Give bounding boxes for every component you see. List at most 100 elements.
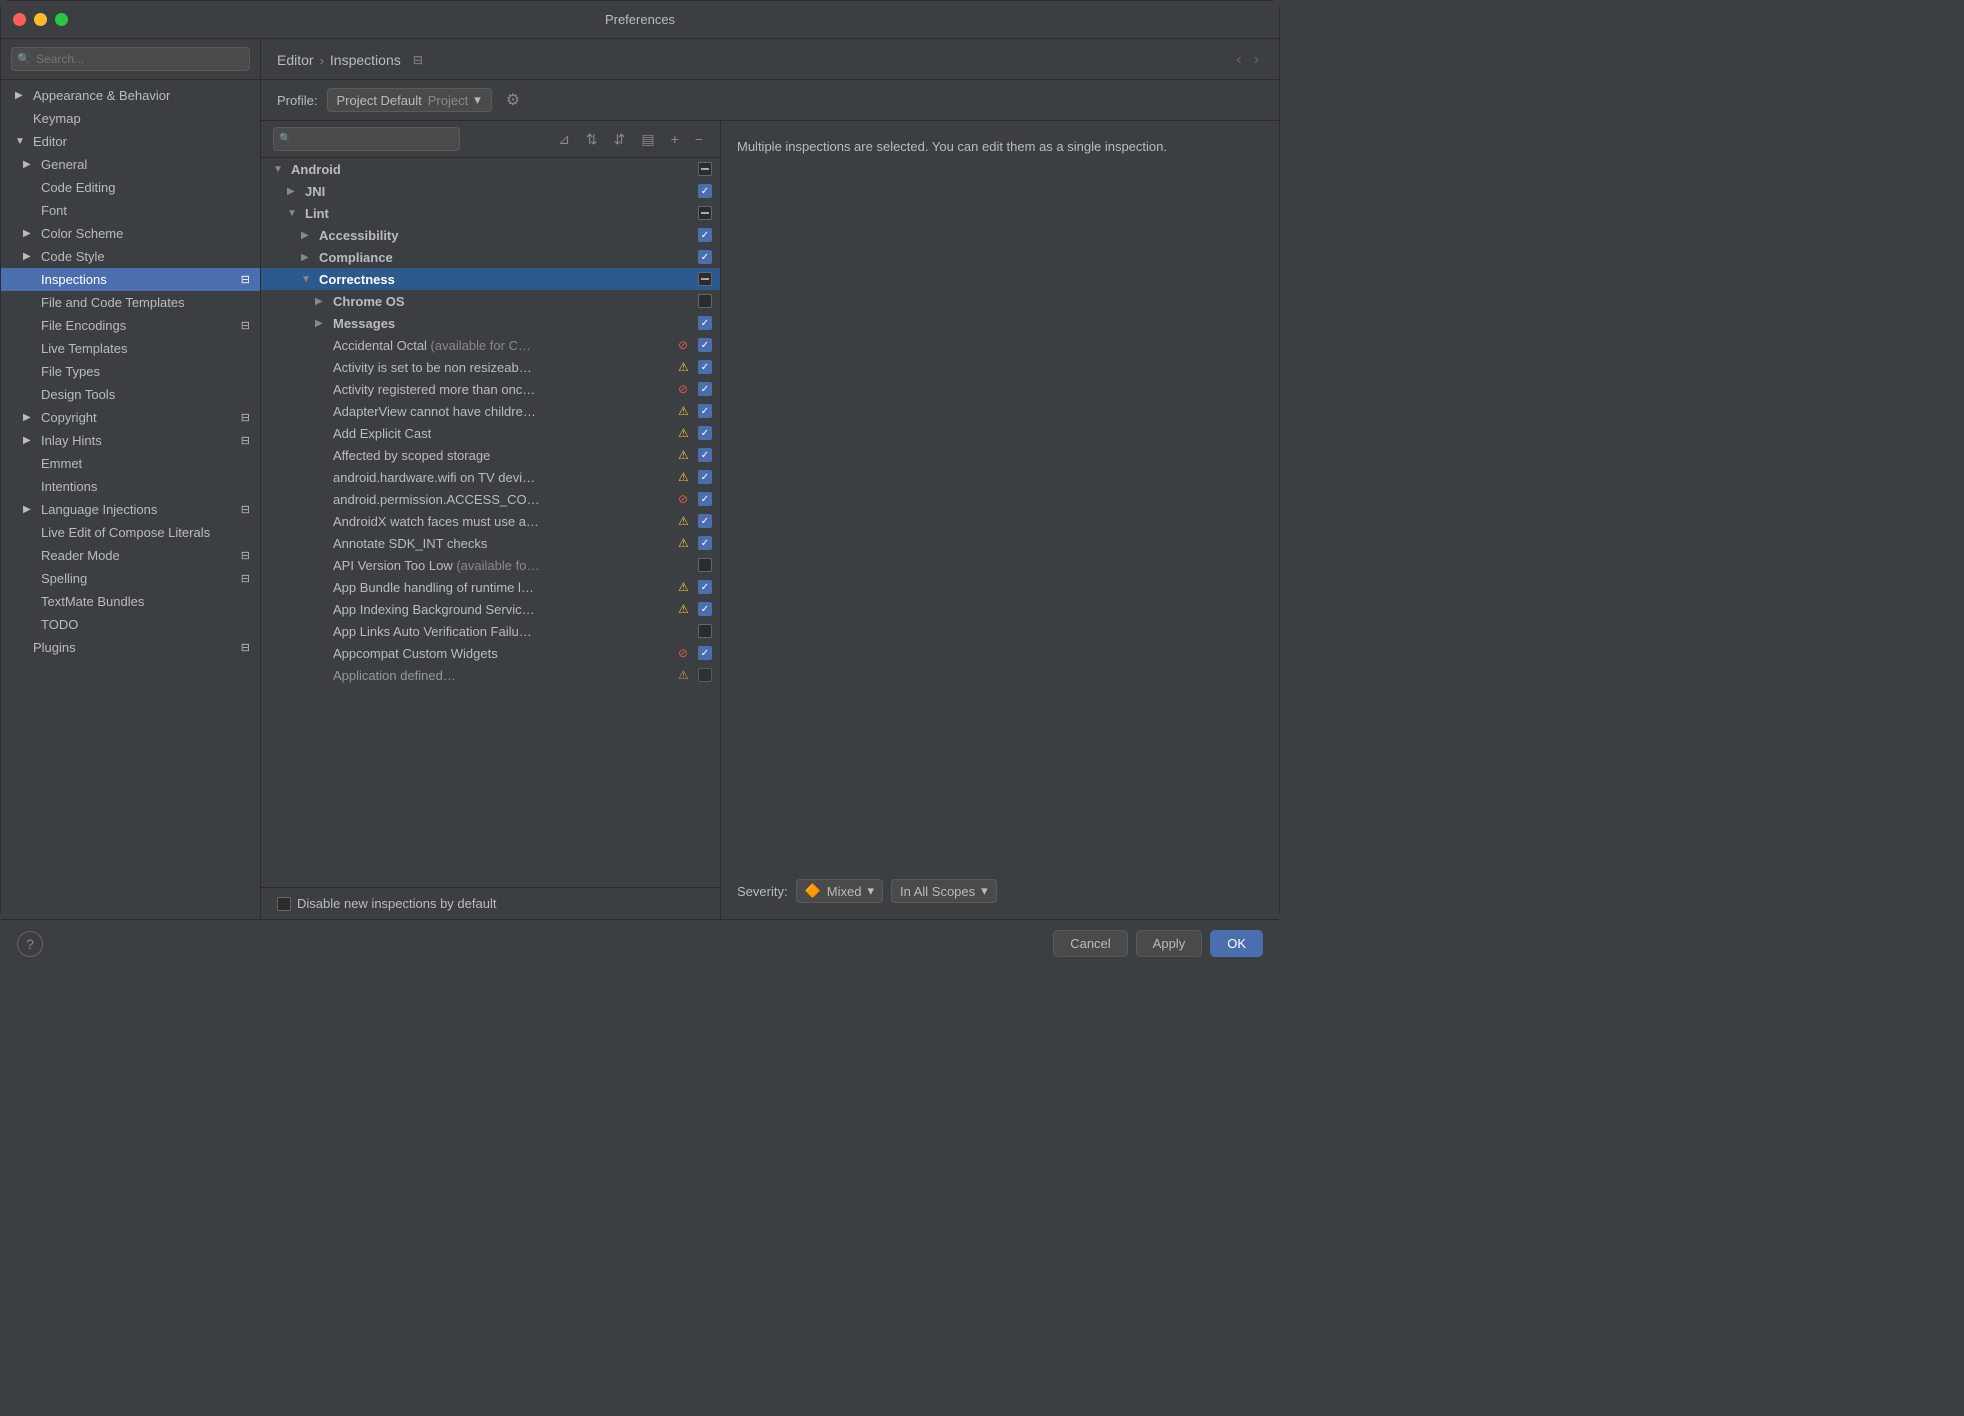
adapterview-checkbox[interactable]: ✓ (698, 404, 712, 418)
inspection-row-androidx-watch[interactable]: AndroidX watch faces must use a… ⚠ ✓ (261, 510, 720, 532)
inspection-row-application-defined[interactable]: Application defined… ⚠ (261, 664, 720, 686)
sidebar-item-textmate-bundles[interactable]: TextMate Bundles (1, 590, 260, 613)
nav-back-icon[interactable]: ‹ (1232, 49, 1245, 71)
sidebar-item-live-edit-compose[interactable]: Live Edit of Compose Literals (1, 521, 260, 544)
ok-button[interactable]: OK (1210, 930, 1263, 957)
scope-dropdown[interactable]: In All Scopes ▾ (891, 879, 997, 903)
inspection-row-jni[interactable]: ▶ JNI ✓ (261, 180, 720, 202)
sidebar-item-editor[interactable]: ▼ Editor (1, 130, 260, 153)
scoped-storage-checkbox[interactable]: ✓ (698, 448, 712, 462)
messages-checkbox[interactable]: ✓ (698, 316, 712, 330)
gear-button[interactable]: ⚙ (502, 88, 524, 112)
sidebar-item-code-editing[interactable]: Code Editing (1, 176, 260, 199)
disable-label: Disable new inspections by default (297, 896, 496, 911)
inspection-row-compliance[interactable]: ▶ Compliance ✓ (261, 246, 720, 268)
inspection-row-lint[interactable]: ▼ Lint (261, 202, 720, 224)
sidebar-item-design-tools[interactable]: Design Tools (1, 383, 260, 406)
severity-dropdown[interactable]: 🔶 Mixed ▾ (796, 879, 883, 903)
sidebar-search-input[interactable] (11, 47, 250, 71)
inspection-row-hardware-wifi[interactable]: android.hardware.wifi on TV devi… ⚠ ✓ (261, 466, 720, 488)
nav-forward-icon[interactable]: › (1250, 49, 1263, 71)
sidebar-item-intentions[interactable]: Intentions (1, 475, 260, 498)
add-explicit-cast-checkbox[interactable]: ✓ (698, 426, 712, 440)
inspection-row-correctness[interactable]: ▼ Correctness (261, 268, 720, 290)
sidebar-item-todo[interactable]: TODO (1, 613, 260, 636)
apply-button[interactable]: Apply (1136, 930, 1203, 957)
sidebar-item-keymap[interactable]: Keymap (1, 107, 260, 130)
sidebar-item-color-scheme[interactable]: ▶ Color Scheme (1, 222, 260, 245)
disable-checkbox[interactable] (277, 897, 291, 911)
lint-checkbox[interactable] (698, 206, 712, 220)
inspection-row-accessibility[interactable]: ▶ Accessibility ✓ (261, 224, 720, 246)
sidebar-item-file-types[interactable]: File Types (1, 360, 260, 383)
inspection-row-chrome-os[interactable]: ▶ Chrome OS (261, 290, 720, 312)
title-bar: Preferences (1, 1, 1279, 39)
android-checkbox[interactable] (698, 162, 712, 176)
sidebar-item-language-injections[interactable]: ▶ Language Injections ⊟ (1, 498, 260, 521)
app-indexing-checkbox[interactable]: ✓ (698, 602, 712, 616)
inspection-row-appcompat[interactable]: Appcompat Custom Widgets ⊘ ✓ (261, 642, 720, 664)
activity-non-resizable-checkbox[interactable]: ✓ (698, 360, 712, 374)
filter-button[interactable]: ⊿ (553, 129, 575, 150)
add-button[interactable]: + (666, 129, 684, 149)
inspection-row-android[interactable]: ▼ Android (261, 158, 720, 180)
sidebar-item-font[interactable]: Font (1, 199, 260, 222)
cancel-button[interactable]: Cancel (1053, 930, 1127, 957)
sidebar-item-file-code-templates[interactable]: File and Code Templates (1, 291, 260, 314)
sidebar-item-inspections[interactable]: Inspections ⊟ (1, 268, 260, 291)
collapse-button[interactable]: ⇵ (609, 129, 631, 150)
inspection-row-activity-registered[interactable]: Activity registered more than onc… ⊘ ✓ (261, 378, 720, 400)
inspection-row-api-version[interactable]: API Version Too Low (available fo… (261, 554, 720, 576)
profile-dropdown[interactable]: Project Default Project ▾ (327, 88, 491, 112)
inspection-row-annotate-sdk[interactable]: Annotate SDK_INT checks ⚠ ✓ (261, 532, 720, 554)
inspection-row-scoped-storage[interactable]: Affected by scoped storage ⚠ ✓ (261, 444, 720, 466)
inspection-row-adapterview[interactable]: AdapterView cannot have childre… ⚠ ✓ (261, 400, 720, 422)
chrome-os-checkbox[interactable] (698, 294, 712, 308)
inspection-row-app-indexing[interactable]: App Indexing Background Servic… ⚠ ✓ (261, 598, 720, 620)
maximize-button[interactable] (55, 13, 68, 26)
sidebar-item-spelling[interactable]: Spelling ⊟ (1, 567, 260, 590)
expand-button[interactable]: ⇅ (581, 129, 603, 150)
inspection-row-accidental-octal[interactable]: Accidental Octal (available for C… ⊘ ✓ (261, 334, 720, 356)
accidental-octal-checkbox[interactable]: ✓ (698, 338, 712, 352)
androidx-watch-checkbox[interactable]: ✓ (698, 514, 712, 528)
correctness-checkbox[interactable] (698, 272, 712, 286)
inspection-row-activity-non-resizable[interactable]: Activity is set to be non resizeab… ⚠ ✓ (261, 356, 720, 378)
breadcrumb-pin-icon[interactable]: ⊟ (413, 53, 423, 67)
permission-access-checkbox[interactable]: ✓ (698, 492, 712, 506)
jni-checkbox[interactable]: ✓ (698, 184, 712, 198)
inspection-row-app-links[interactable]: App Links Auto Verification Failu… (261, 620, 720, 642)
close-button[interactable] (13, 13, 26, 26)
sidebar-item-file-encodings[interactable]: File Encodings ⊟ (1, 314, 260, 337)
help-button[interactable]: ? (17, 931, 43, 957)
inspection-toolbar: ⊿ ⇅ ⇵ ▤ + − (261, 121, 720, 158)
sidebar-item-copyright[interactable]: ▶ Copyright ⊟ (1, 406, 260, 429)
app-links-checkbox[interactable] (698, 624, 712, 638)
chevron-down-icon: ▾ (474, 92, 481, 108)
app-bundle-checkbox[interactable]: ✓ (698, 580, 712, 594)
remove-button[interactable]: − (690, 129, 708, 149)
inspection-search-input[interactable] (273, 127, 460, 151)
inspection-row-permission-access[interactable]: android.permission.ACCESS_CO… ⊘ ✓ (261, 488, 720, 510)
inspection-row-add-explicit-cast[interactable]: Add Explicit Cast ⚠ ✓ (261, 422, 720, 444)
sidebar-item-emmet[interactable]: Emmet (1, 452, 260, 475)
appcompat-checkbox[interactable]: ✓ (698, 646, 712, 660)
inspection-row-app-bundle[interactable]: App Bundle handling of runtime l… ⚠ ✓ (261, 576, 720, 598)
group-button[interactable]: ▤ (636, 129, 659, 150)
accessibility-checkbox[interactable]: ✓ (698, 228, 712, 242)
sidebar-item-code-style[interactable]: ▶ Code Style (1, 245, 260, 268)
sidebar-item-plugins[interactable]: Plugins ⊟ (1, 636, 260, 659)
annotate-sdk-checkbox[interactable]: ✓ (698, 536, 712, 550)
hardware-wifi-checkbox[interactable]: ✓ (698, 470, 712, 484)
compliance-checkbox[interactable]: ✓ (698, 250, 712, 264)
sidebar-item-general[interactable]: ▶ General (1, 153, 260, 176)
sidebar-item-inlay-hints[interactable]: ▶ Inlay Hints ⊟ (1, 429, 260, 452)
sidebar-item-appearance[interactable]: ▶ Appearance & Behavior (1, 84, 260, 107)
activity-registered-checkbox[interactable]: ✓ (698, 382, 712, 396)
inspection-row-messages[interactable]: ▶ Messages ✓ (261, 312, 720, 334)
api-version-checkbox[interactable] (698, 558, 712, 572)
minimize-button[interactable] (34, 13, 47, 26)
sidebar-item-reader-mode[interactable]: Reader Mode ⊟ (1, 544, 260, 567)
sidebar-item-live-templates[interactable]: Live Templates (1, 337, 260, 360)
application-defined-checkbox[interactable] (698, 668, 712, 682)
